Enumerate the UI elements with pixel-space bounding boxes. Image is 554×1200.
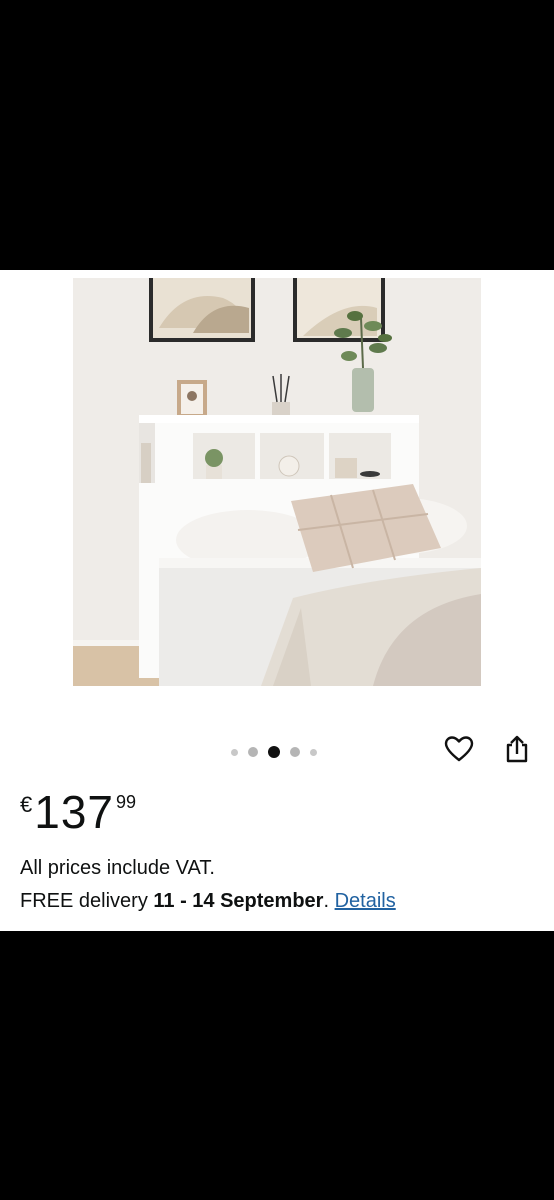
vat-notice: All prices include VAT. bbox=[20, 857, 215, 879]
delivery-prefix: FREE delivery bbox=[20, 890, 154, 912]
price-whole: 137 bbox=[34, 786, 114, 838]
price-currency: € bbox=[20, 792, 33, 817]
bottom-black-region bbox=[0, 931, 554, 1200]
carousel-dot[interactable] bbox=[310, 748, 317, 756]
top-black-region bbox=[0, 0, 554, 270]
product-photo-illustration bbox=[73, 278, 481, 686]
delivery-suffix: . bbox=[323, 890, 335, 912]
carousel-dot[interactable] bbox=[231, 748, 238, 756]
product-image[interactable] bbox=[73, 278, 481, 686]
favourite-button[interactable] bbox=[442, 732, 476, 766]
delivery-info: FREE delivery 11 - 14 September. Details bbox=[20, 890, 396, 913]
share-icon bbox=[506, 735, 528, 763]
carousel-dot-active[interactable] bbox=[268, 746, 280, 758]
product-price: € 137 99 bbox=[20, 782, 136, 842]
heart-icon bbox=[444, 736, 474, 762]
price-fraction: 99 bbox=[116, 792, 137, 812]
share-button[interactable] bbox=[500, 732, 534, 766]
delivery-dates: 11 - 14 September bbox=[153, 890, 324, 912]
carousel-dot[interactable] bbox=[290, 747, 300, 757]
product-section: € 137 99 All prices include VAT. FREE de… bbox=[0, 270, 554, 931]
details-link[interactable]: Details bbox=[335, 890, 396, 912]
carousel-dot[interactable] bbox=[248, 747, 258, 757]
carousel-indicator[interactable] bbox=[226, 745, 322, 759]
